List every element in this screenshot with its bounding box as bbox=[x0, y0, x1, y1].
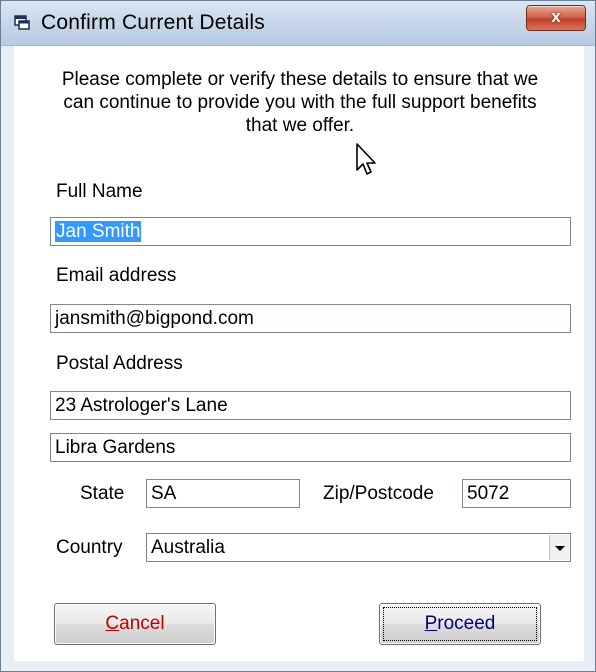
app-window-icon bbox=[14, 15, 30, 30]
proceed-mnemonic: P bbox=[424, 613, 438, 634]
address-line1-input[interactable]: 23 Astrologer's Lane bbox=[50, 391, 571, 420]
email-label: Email address bbox=[56, 265, 177, 286]
state-value: SA bbox=[151, 483, 177, 504]
address-line2-value: Libra Gardens bbox=[55, 437, 176, 458]
cancel-label: ancel bbox=[119, 613, 165, 634]
email-value: jansmith@bigpond.com bbox=[55, 308, 254, 329]
email-input[interactable]: jansmith@bigpond.com bbox=[50, 304, 571, 333]
full-name-label: Full Name bbox=[56, 181, 143, 202]
close-icon: x bbox=[551, 7, 561, 26]
close-button[interactable]: x bbox=[526, 5, 586, 31]
country-select[interactable]: Australia bbox=[146, 533, 571, 562]
full-name-value: Jan Smith bbox=[55, 221, 142, 242]
window-title: Confirm Current Details bbox=[41, 11, 265, 34]
postal-address-label: Postal Address bbox=[56, 353, 183, 374]
cancel-mnemonic: C bbox=[105, 613, 120, 634]
proceed-label: roceed bbox=[437, 613, 496, 634]
country-value: Australia bbox=[151, 537, 225, 558]
country-label: Country bbox=[56, 537, 123, 558]
zip-label: Zip/Postcode bbox=[323, 483, 434, 504]
title-bar[interactable]: Confirm Current Details x bbox=[1, 1, 595, 46]
full-name-input[interactable]: Jan Smith bbox=[50, 217, 571, 246]
state-label: State bbox=[80, 483, 125, 504]
address-line1-value: 23 Astrologer's Lane bbox=[55, 395, 228, 416]
mouse-cursor-icon bbox=[356, 143, 376, 175]
dialog-window: Confirm Current Details x Please complet… bbox=[0, 0, 596, 672]
intro-text: Please complete or verify these details … bbox=[61, 69, 539, 136]
cancel-button[interactable]: Cancel bbox=[54, 603, 216, 645]
zip-value: 5072 bbox=[467, 483, 510, 504]
address-line2-input[interactable]: Libra Gardens bbox=[50, 433, 571, 462]
chevron-down-icon bbox=[555, 546, 565, 551]
state-input[interactable]: SA bbox=[146, 479, 300, 508]
proceed-button[interactable]: Proceed bbox=[379, 603, 541, 645]
zip-input[interactable]: 5072 bbox=[462, 479, 571, 508]
country-dropdown-button[interactable] bbox=[549, 535, 569, 560]
